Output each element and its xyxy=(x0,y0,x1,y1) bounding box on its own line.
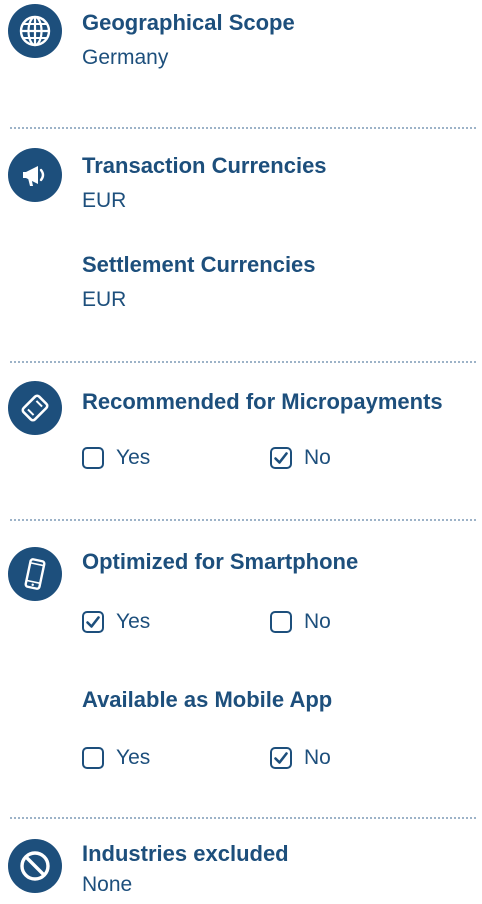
smartphone-yes-label: Yes xyxy=(116,610,151,633)
industries-excluded-title: Industries excluded xyxy=(82,841,289,866)
micropayments-yes-checkbox[interactable]: Yes xyxy=(82,446,150,470)
industries-excluded-value: None xyxy=(82,873,133,896)
micropayments-no-checkbox[interactable]: No xyxy=(270,446,331,470)
mobile-app-yes-checkbox[interactable]: Yes xyxy=(82,746,150,770)
mobile-app-no-box[interactable] xyxy=(270,747,292,769)
divider xyxy=(10,519,476,521)
settlement-currencies-value: EUR xyxy=(82,288,127,311)
megaphone-icon xyxy=(8,148,62,202)
mobile-app-no-checkbox[interactable]: No xyxy=(270,746,331,770)
smartphone-no-label: No xyxy=(304,610,331,633)
smartphone-title: Optimized for Smartphone xyxy=(82,549,359,574)
globe-icon xyxy=(8,4,62,58)
smartphone-no-box[interactable] xyxy=(270,611,292,633)
geographical-scope-value: Germany xyxy=(82,46,169,69)
smartphone-yes-checkbox[interactable]: Yes xyxy=(82,610,150,634)
prohibited-icon xyxy=(8,839,62,893)
smartphone-no-checkbox[interactable]: No xyxy=(270,610,331,634)
smartphone-yes-box[interactable] xyxy=(82,611,104,633)
micropayments-yes-box[interactable] xyxy=(82,447,104,469)
mobile-app-yes-label: Yes xyxy=(116,746,151,769)
micropayments-no-box[interactable] xyxy=(270,447,292,469)
smartphone-icon xyxy=(8,547,62,601)
settlement-currencies-title: Settlement Currencies xyxy=(82,252,316,277)
card-ticket-icon xyxy=(8,381,62,435)
micropayments-title: Recommended for Micropayments xyxy=(82,389,443,414)
micropayments-no-label: No xyxy=(304,446,331,469)
divider xyxy=(10,361,476,363)
micropayments-yes-label: Yes xyxy=(116,446,151,469)
mobile-app-yes-box[interactable] xyxy=(82,747,104,769)
divider xyxy=(10,127,476,129)
transaction-currencies-value: EUR xyxy=(82,189,127,212)
mobile-app-title: Available as Mobile App xyxy=(82,687,333,712)
divider xyxy=(10,817,476,819)
geographical-scope-title: Geographical Scope xyxy=(82,10,295,35)
transaction-currencies-title: Transaction Currencies xyxy=(82,153,327,178)
mobile-app-no-label: No xyxy=(304,746,331,769)
